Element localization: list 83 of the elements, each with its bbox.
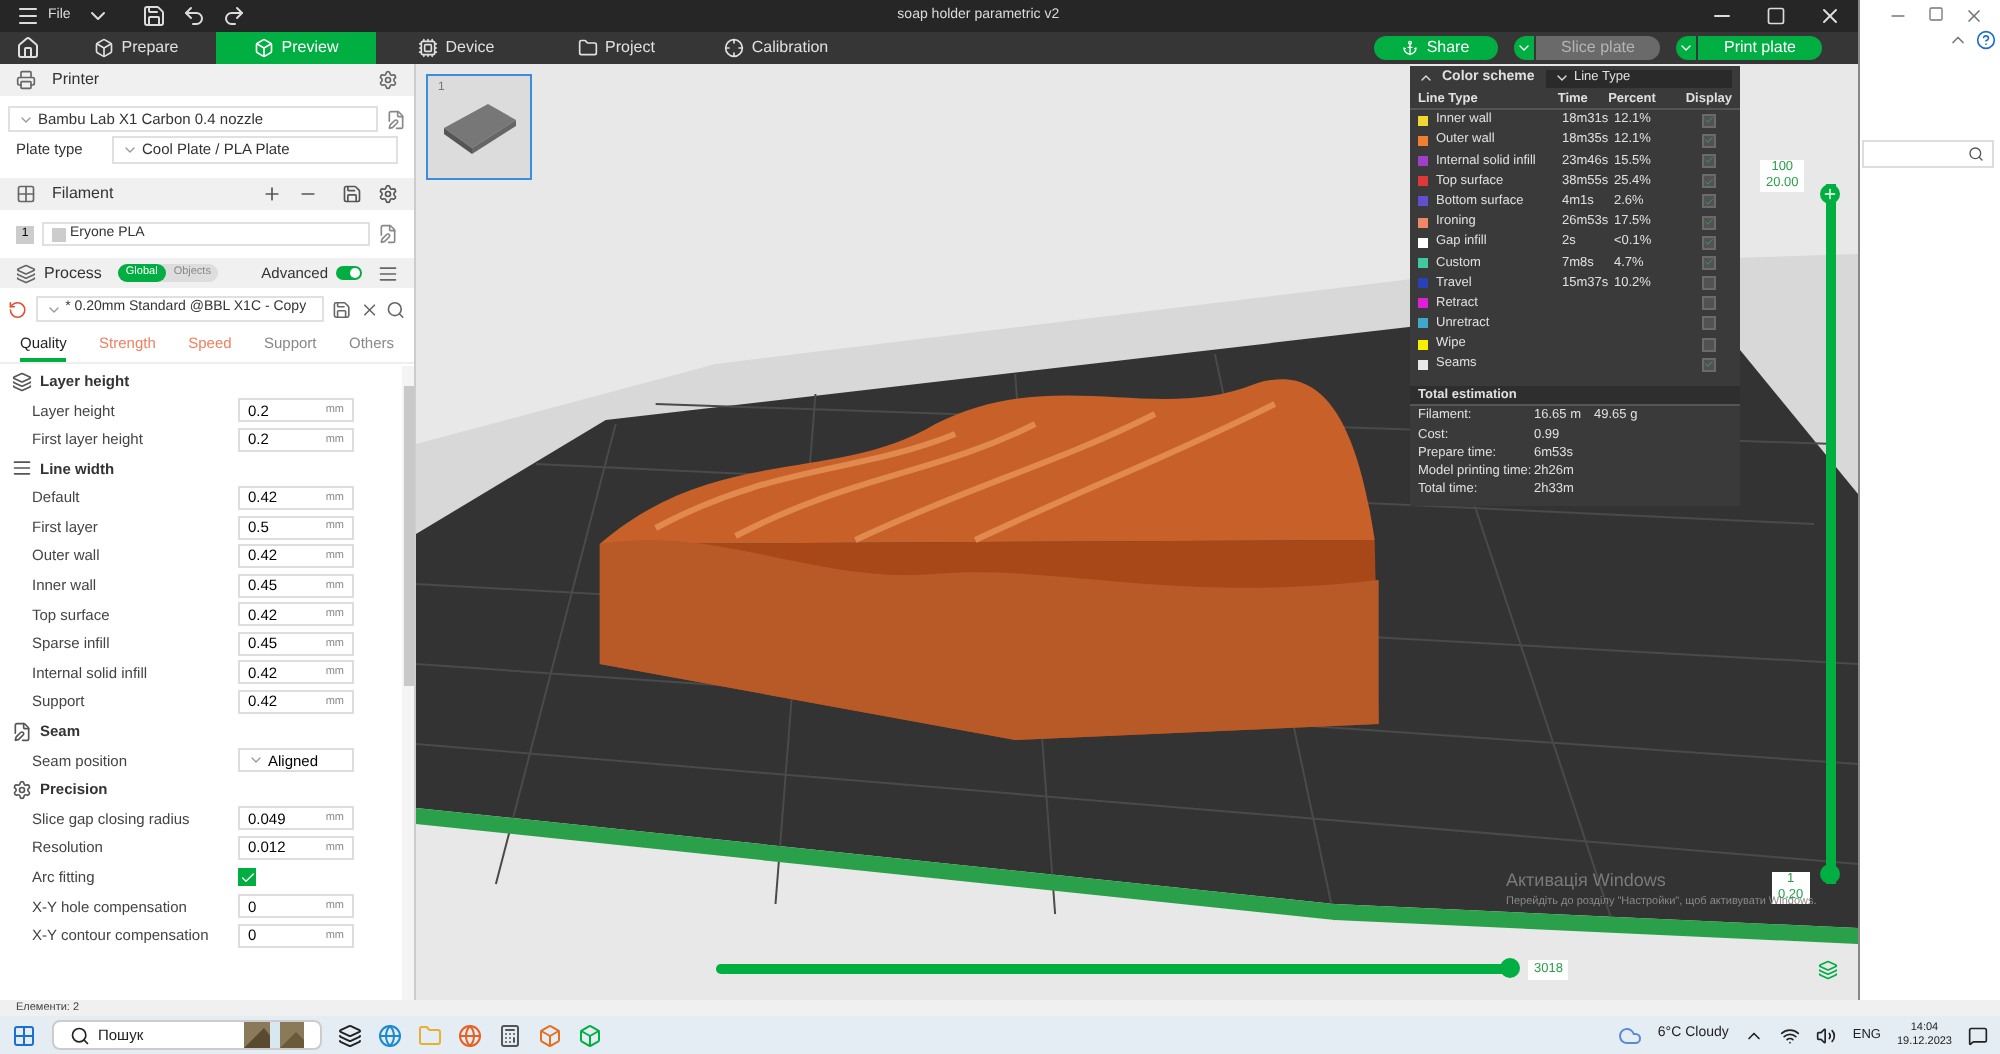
move-slider[interactable]: [716, 958, 1520, 978]
search-field[interactable]: [1862, 140, 1994, 168]
grid-icon: [16, 184, 36, 204]
display-checkbox[interactable]: [1702, 316, 1716, 331]
plus-icon: [1822, 186, 1838, 202]
caret-icon: [1516, 40, 1532, 56]
cube-icon: [253, 38, 274, 58]
main-tab[interactable]: Calibration: [696, 32, 856, 64]
display-checkbox[interactable]: [1702, 113, 1716, 128]
display-checkbox[interactable]: [1702, 235, 1716, 250]
check-icon: [239, 869, 255, 886]
weather-icon: [1617, 1023, 1642, 1047]
crosshair-icon: [723, 38, 744, 58]
layer-slider[interactable]: [1820, 184, 1840, 884]
display-checkbox[interactable]: [1702, 215, 1716, 230]
panel-title: Filament: [52, 182, 116, 206]
caret-icon: [1678, 40, 1694, 56]
save-icon[interactable]: [342, 184, 362, 204]
display-checkbox[interactable]: [1702, 296, 1716, 311]
settings-icon[interactable]: [378, 184, 398, 204]
caret-icon: [1554, 70, 1570, 86]
folder-icon: [577, 38, 598, 58]
home-icon[interactable]: [16, 36, 40, 60]
layers-icon: [12, 371, 32, 392]
calculator-icon[interactable]: [498, 1023, 522, 1047]
app-icon[interactable]: [578, 1023, 602, 1047]
cube-icon: [93, 38, 114, 58]
display-checkbox[interactable]: [1702, 276, 1716, 291]
edit-icon[interactable]: [386, 109, 406, 129]
list-icon[interactable]: [378, 263, 398, 283]
search-icon: [1968, 146, 1984, 162]
edit-icon[interactable]: [378, 224, 398, 244]
edit-icon: [12, 721, 32, 742]
main-tab[interactable]: Prepare: [56, 32, 216, 64]
browser-icon[interactable]: [378, 1023, 402, 1047]
add-icon[interactable]: [262, 184, 282, 204]
check-icon: [1704, 358, 1714, 371]
model-icon: [439, 99, 519, 155]
checkbox[interactable]: [238, 868, 256, 887]
close-icon[interactable]: [359, 299, 379, 319]
collapse-icon[interactable]: [1418, 70, 1434, 86]
advanced-switch[interactable]: [336, 266, 362, 280]
display-checkbox[interactable]: [1702, 174, 1716, 189]
search-icon[interactable]: [386, 299, 406, 319]
network-icon[interactable]: [1780, 1025, 1801, 1045]
close-icon[interactable]: [1818, 4, 1842, 28]
start-icon[interactable]: [12, 1023, 36, 1047]
lines-icon: [12, 458, 32, 479]
panel-title: Printer: [52, 68, 102, 92]
chip-icon: [417, 38, 438, 58]
printer-icon: [16, 70, 36, 90]
display-checkbox[interactable]: [1702, 337, 1716, 352]
app-icon[interactable]: [538, 1023, 562, 1047]
anchor-icon: [1402, 40, 1419, 56]
browser-icon[interactable]: [458, 1023, 482, 1047]
display-checkbox[interactable]: [1702, 357, 1716, 372]
dropdown-button[interactable]: [1676, 36, 1696, 60]
activation-title: Активація Windows: [1506, 868, 1666, 894]
settings-icon[interactable]: [378, 70, 398, 90]
panel-title: Process: [44, 261, 102, 285]
save-icon[interactable]: [332, 299, 352, 319]
search-icon: [70, 1025, 90, 1045]
scrollbar[interactable]: [402, 366, 414, 1000]
menu-icon: [16, 4, 40, 28]
main-tab[interactable]: Project: [536, 32, 696, 64]
gear-icon: [12, 779, 32, 800]
notification-icon[interactable]: [1968, 1025, 1988, 1045]
color-swatch: [52, 227, 66, 241]
reset-icon[interactable]: [8, 299, 28, 319]
display-checkbox[interactable]: [1702, 133, 1716, 148]
layers-icon: [16, 263, 36, 283]
layers-icon[interactable]: [1818, 960, 1838, 980]
dropdown-button[interactable]: [1514, 36, 1534, 60]
task-view-icon[interactable]: [338, 1023, 362, 1047]
display-checkbox[interactable]: [1702, 194, 1716, 209]
undo-icon[interactable]: [182, 4, 207, 28]
display-checkbox[interactable]: [1702, 153, 1716, 168]
volume-icon[interactable]: [1816, 1025, 1837, 1045]
display-checkbox[interactable]: [1702, 255, 1716, 270]
main-tab[interactable]: Device: [376, 32, 536, 64]
help-icon[interactable]: [1976, 30, 1996, 50]
redo-icon[interactable]: [222, 4, 247, 28]
caret-icon: [122, 142, 138, 158]
